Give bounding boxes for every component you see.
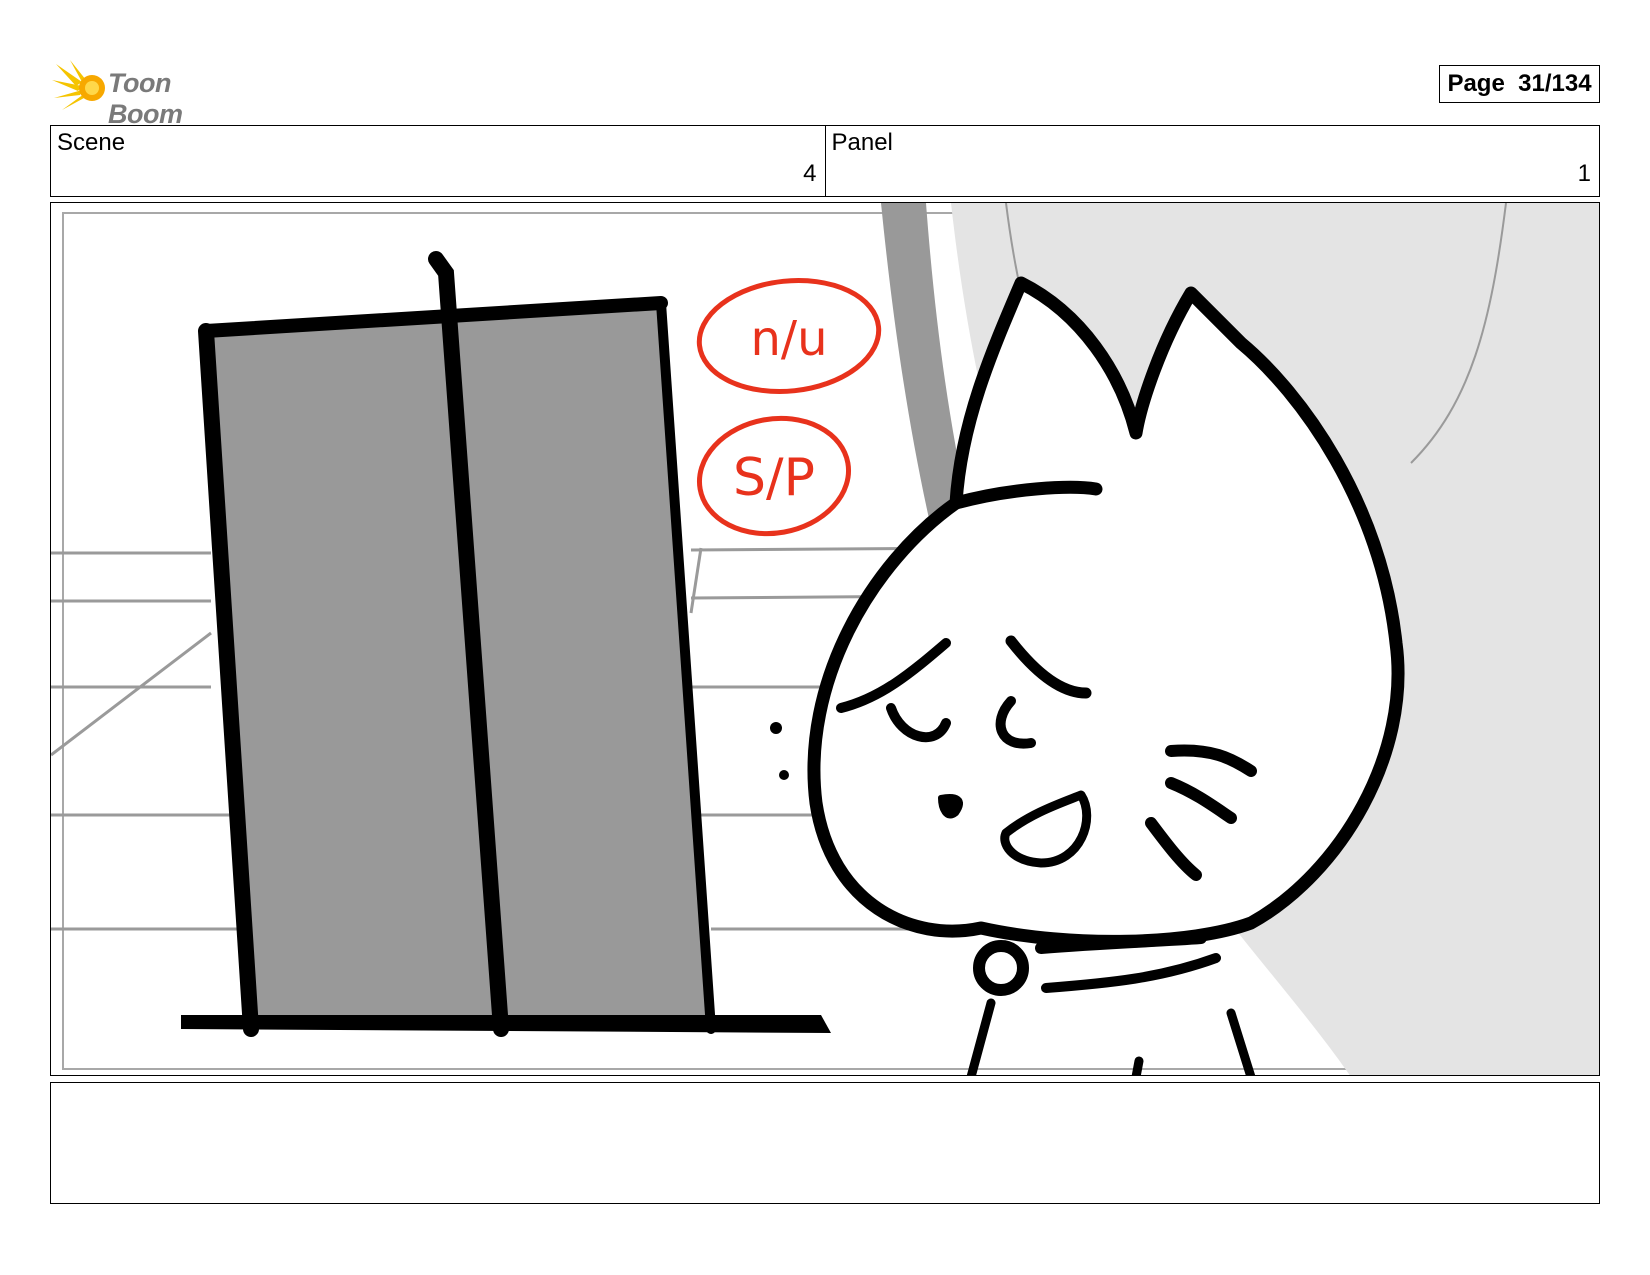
scene-value: 4 bbox=[803, 160, 817, 187]
panel-cell: Panel 1 bbox=[824, 126, 1600, 196]
panel-value: 1 bbox=[1577, 160, 1591, 187]
gray-board bbox=[181, 251, 831, 1037]
notes-box bbox=[50, 1082, 1600, 1204]
toon-boom-logo: Toon Boom bbox=[52, 58, 252, 129]
logo-text: Toon Boom bbox=[108, 68, 183, 129]
scene-label: Scene bbox=[57, 129, 126, 156]
annotation-nu: n/u bbox=[750, 311, 827, 367]
panel-drawing: n/u S/P bbox=[51, 203, 1599, 1075]
annotations: n/u S/P bbox=[696, 277, 882, 537]
starburst-logo-icon bbox=[52, 60, 105, 110]
panel-label: Panel bbox=[831, 129, 893, 156]
storyboard-panel: n/u S/P bbox=[50, 202, 1600, 1076]
annotation-sp: S/P bbox=[733, 448, 815, 508]
scene-cell: Scene 4 bbox=[51, 126, 825, 196]
page-indicator: Page 31/134 bbox=[1439, 65, 1600, 103]
storyboard-header: Scene 4 Panel 1 bbox=[50, 125, 1600, 197]
